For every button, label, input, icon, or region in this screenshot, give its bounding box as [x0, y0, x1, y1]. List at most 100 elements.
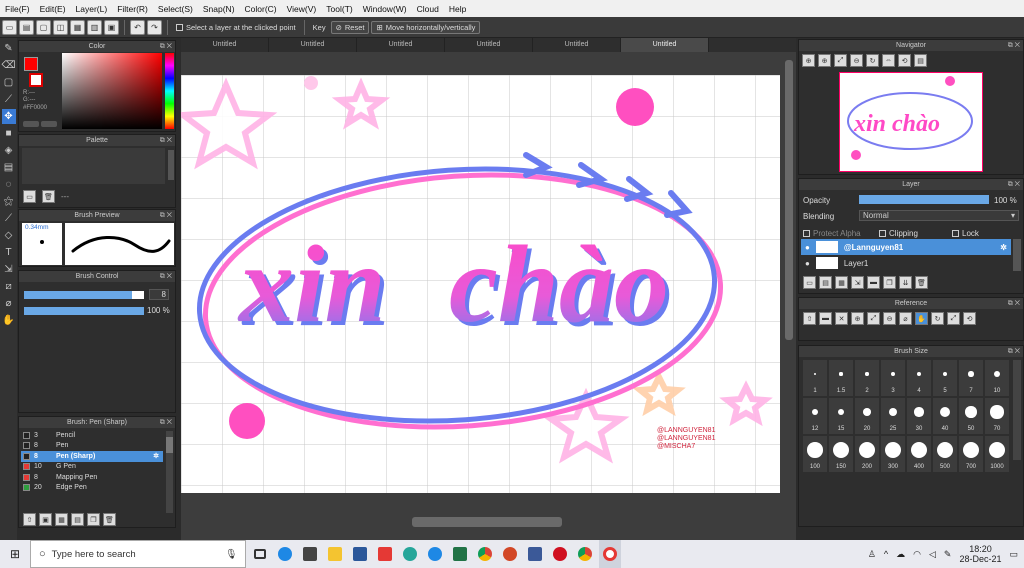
rotate-icon[interactable]: ↻ — [931, 312, 944, 325]
scroll-thumb[interactable] — [166, 437, 173, 453]
panel-close-icon[interactable]: ⧉ ✕ — [1008, 40, 1020, 51]
zoom-in-icon[interactable]: ⊕ — [802, 54, 815, 67]
brush-size-cell[interactable]: 1 — [803, 360, 827, 396]
brush-delete-icon[interactable]: 🗑 — [103, 513, 116, 526]
folder-icon[interactable]: ▬ — [819, 312, 832, 325]
chrome-icon[interactable] — [474, 540, 496, 568]
merge-icon[interactable]: ⇊ — [899, 276, 912, 289]
brush-size-cell[interactable]: 500 — [933, 436, 957, 472]
add-palette-icon[interactable]: ▭ — [23, 190, 36, 203]
menu-item[interactable]: File(F) — [0, 4, 35, 14]
text-tool-icon[interactable]: T — [2, 245, 16, 260]
chevron-up-icon[interactable]: ^ — [884, 549, 888, 559]
flip-icon[interactable]: ⇔ — [882, 54, 895, 67]
people-icon[interactable]: ♙ — [868, 549, 876, 560]
layer-row[interactable]: ● Layer1 — [801, 256, 1011, 270]
brush-size-cell[interactable]: 3 — [881, 360, 905, 396]
menu-item[interactable]: Help — [444, 4, 471, 14]
protect-alpha-checkbox[interactable] — [803, 230, 810, 237]
menu-item[interactable]: Edit(E) — [35, 4, 71, 14]
onedrive-icon[interactable]: ☁ — [896, 549, 905, 560]
panel-close-icon[interactable]: ⧉ ✕ — [160, 271, 172, 282]
store-icon[interactable] — [299, 540, 321, 568]
chrome-icon[interactable] — [574, 540, 596, 568]
reference-open-icon[interactable]: ⇧ — [803, 312, 816, 325]
eye-icon[interactable]: ● — [805, 243, 810, 252]
layer-options-icon[interactable]: ⇲ — [851, 276, 864, 289]
brush-size-cell[interactable]: 1000 — [985, 436, 1009, 472]
brush-size-cell[interactable]: 25 — [881, 398, 905, 434]
brush-size-cell[interactable]: 150 — [829, 436, 853, 472]
layout-icon[interactable]: ▥ — [87, 19, 102, 35]
edge-browser-icon[interactable] — [274, 540, 296, 568]
brush-size-cell[interactable]: 5 — [933, 360, 957, 396]
brush-size-cell[interactable]: 70 — [985, 398, 1009, 434]
brush-size-cell[interactable]: 4 — [907, 360, 931, 396]
layer-opacity-slider[interactable] — [859, 195, 989, 204]
zoom-out-icon[interactable]: ⊖ — [883, 312, 896, 325]
network-icon[interactable]: ◠ — [913, 549, 921, 560]
brush-opacity-slider[interactable] — [24, 307, 144, 315]
opera-icon[interactable] — [549, 540, 571, 568]
powerpoint-icon[interactable] — [499, 540, 521, 568]
app-icon[interactable] — [374, 540, 396, 568]
brush-add-icon[interactable]: ⇧ — [23, 513, 36, 526]
copy-icon[interactable]: ❐ — [883, 276, 896, 289]
menu-item[interactable]: View(V) — [282, 4, 322, 14]
menu-icon[interactable]: ▤ — [914, 54, 927, 67]
reset-view-icon[interactable]: ⟲ — [898, 54, 911, 67]
document-tab[interactable]: Untitled — [357, 38, 445, 52]
panel-close-icon[interactable]: ⧉ ✕ — [1008, 346, 1020, 357]
panel-close-icon[interactable]: ⧉ ✕ — [160, 41, 172, 52]
brush-size-cell[interactable]: 7 — [959, 360, 983, 396]
gear-icon[interactable]: ✲ — [153, 452, 163, 460]
hand-tool-icon[interactable]: ✋ — [2, 313, 16, 328]
select-eraser-icon[interactable]: ◇ — [2, 228, 16, 243]
canvas-h-scrollbar[interactable] — [412, 517, 562, 527]
clipping-option[interactable]: Clipping — [879, 229, 918, 238]
zoom-in-icon[interactable]: ⊕ — [851, 312, 864, 325]
brush-size-cell[interactable]: 12 — [803, 398, 827, 434]
brush-list-item[interactable]: 8 Pen — [21, 441, 163, 452]
layer-row-selected[interactable]: ● @Lannguyen81 ✲ — [801, 239, 1011, 255]
brush-tool-icon[interactable]: ⟋ — [2, 92, 16, 107]
fit-icon[interactable]: ⤢ — [947, 312, 960, 325]
brush-size-slider[interactable] — [24, 291, 144, 299]
canvas-v-scrollbar[interactable] — [785, 60, 793, 340]
document-tab[interactable]: Untitled — [269, 38, 357, 52]
brush-size-cell[interactable]: 1.5 — [829, 360, 853, 396]
menu-item[interactable]: Layer(L) — [71, 4, 113, 14]
lock-option[interactable]: Lock — [952, 229, 979, 238]
brush-size-cell[interactable]: 300 — [881, 436, 905, 472]
notification-icon[interactable]: ▭ — [1009, 549, 1018, 560]
panel-close-icon[interactable]: ⧉ ✕ — [160, 135, 172, 146]
secondary-color-swatch[interactable] — [29, 73, 43, 87]
brush-list-item[interactable]: 3 Pencil — [21, 430, 163, 441]
eyedropper-icon[interactable]: ⌀ — [2, 296, 16, 311]
saturation-value-picker[interactable] — [62, 53, 162, 129]
undo-icon[interactable]: ↶ — [130, 19, 145, 35]
brush-size-cell[interactable]: 50 — [959, 398, 983, 434]
brush-size-cell[interactable]: 15 — [829, 398, 853, 434]
brush-size-cell[interactable]: 400 — [907, 436, 931, 472]
brush-size-cell[interactable]: 40 — [933, 398, 957, 434]
menu-item[interactable]: Tool(T) — [321, 4, 357, 14]
panel-close-icon[interactable]: ⧉ ✕ — [160, 210, 172, 221]
menu-item[interactable]: Color(C) — [240, 4, 282, 14]
lasso-select-icon[interactable]: ◌ — [2, 177, 16, 192]
task-view-icon[interactable] — [249, 540, 271, 568]
facebook-icon[interactable] — [524, 540, 546, 568]
brush-size-scrollbar[interactable] — [1013, 360, 1021, 460]
brush-list-item[interactable]: 10 G Pen — [21, 462, 163, 473]
volume-icon[interactable]: ◁ — [929, 549, 936, 560]
reset-button[interactable]: ⊘ Reset — [330, 20, 370, 34]
brush-size-cell[interactable]: 2 — [855, 360, 879, 396]
document-tab[interactable]: Untitled — [445, 38, 533, 52]
pen-tool-icon[interactable]: ✎ — [2, 41, 16, 56]
eraser-tool-icon[interactable]: ⌫ — [1, 58, 15, 73]
magic-wand-icon[interactable]: ⚝ — [2, 194, 16, 209]
menu-item[interactable]: Cloud — [412, 4, 444, 14]
brush-list-item[interactable]: 8 Pen (Sharp) ✲ — [21, 451, 163, 462]
medibang-icon[interactable] — [599, 540, 621, 568]
gradient-tool-icon[interactable]: ▤ — [2, 160, 16, 175]
